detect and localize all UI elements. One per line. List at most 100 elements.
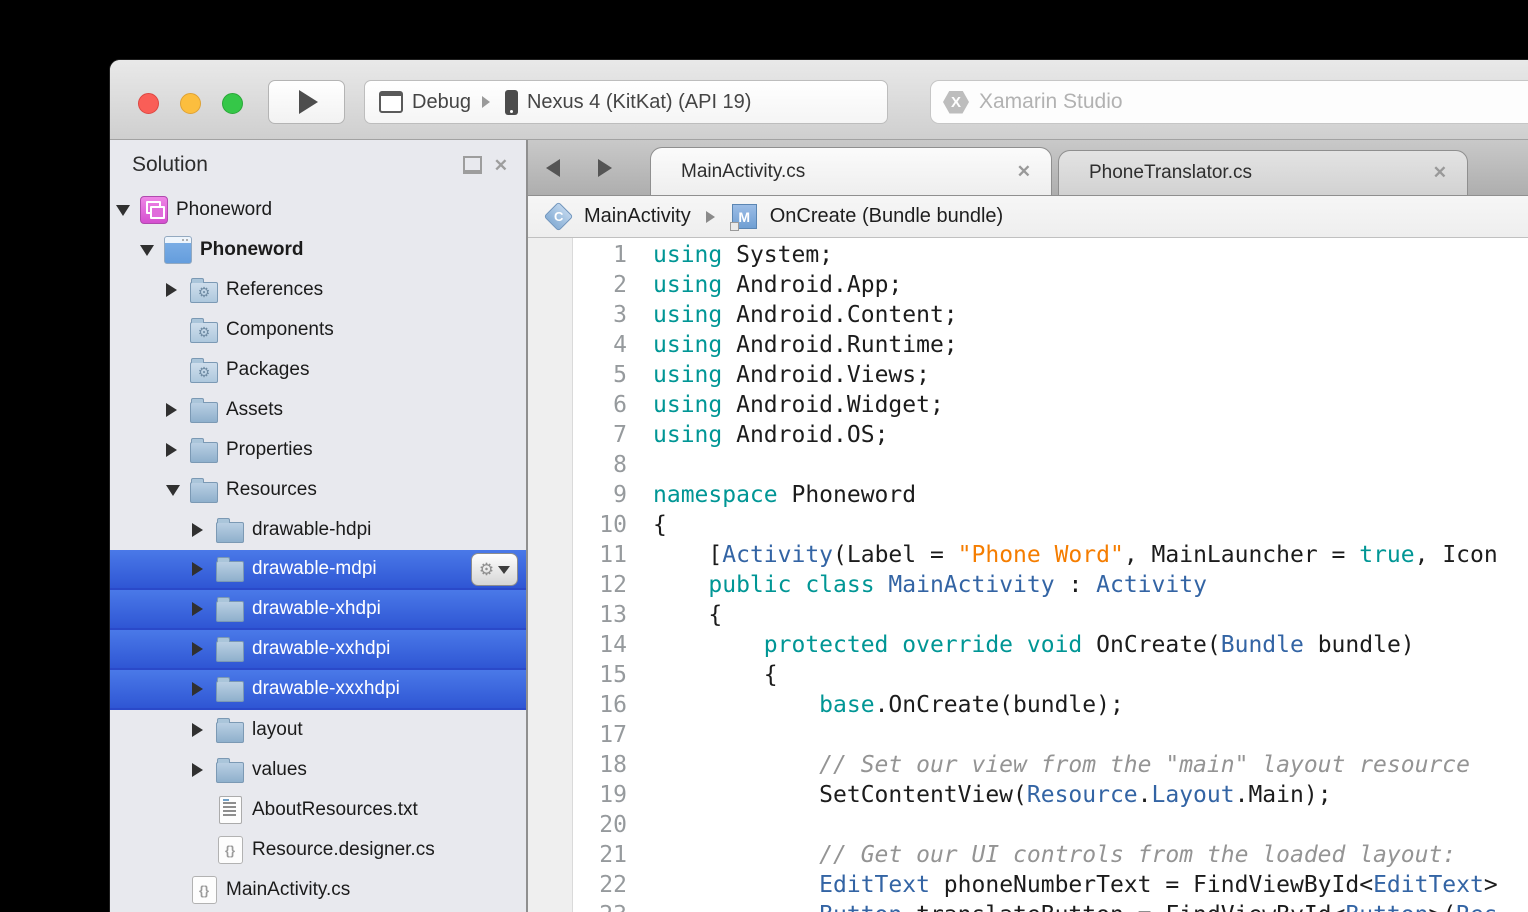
tree-item-drawable-xxxhdpi[interactable]: drawable-xxxhdpi [110,670,526,710]
code-line[interactable]: 3using Android.Content; [573,300,1528,330]
code-line[interactable]: 23 Button translateButton = FindViewById… [573,900,1528,912]
expander-open-icon[interactable] [116,205,140,216]
code-line[interactable]: 2using Android.App; [573,270,1528,300]
item-options-button[interactable]: ⚙ [471,553,518,586]
line-number: 5 [573,360,643,390]
tree-item-resource-designer-cs[interactable]: {}Resource.designer.cs [110,830,526,870]
expander-open-icon[interactable] [140,245,164,256]
close-window-button[interactable] [138,93,159,114]
tree-item-label: Phoneword [200,239,303,261]
code-text: base.OnCreate(bundle); [653,690,1124,720]
line-number: 2 [573,270,643,300]
tree-item-drawable-xxhdpi[interactable]: drawable-xxhdpi [110,630,526,670]
navigate-forward-icon[interactable] [598,159,612,177]
line-number: 21 [573,840,643,870]
code-line[interactable]: 8 [573,450,1528,480]
expander-closed-icon[interactable] [192,523,216,537]
tree-item-label: Components [226,319,334,341]
expander-closed-icon[interactable] [192,723,216,737]
code-line[interactable]: 1using System; [573,240,1528,270]
code-line[interactable]: 17 [573,720,1528,750]
close-pad-icon[interactable]: ✕ [494,157,508,174]
expander-closed-icon[interactable] [166,443,190,457]
breadcrumb-class[interactable]: MainActivity [584,205,691,228]
expander-closed-icon[interactable] [192,642,216,656]
code-line[interactable]: 22 EditText phoneNumberText = FindViewBy… [573,870,1528,900]
close-tab-icon[interactable]: ✕ [1433,163,1447,183]
line-number: 3 [573,300,643,330]
code-line[interactable]: 4using Android.Runtime; [573,330,1528,360]
code-line[interactable]: 20 [573,810,1528,840]
code-text: SetContentView(Resource.Layout.Main); [653,780,1332,810]
code-editor[interactable]: 1using System;2using Android.App;3using … [528,238,1528,912]
tree-item-label: Properties [226,439,313,461]
tree-item-properties[interactable]: Properties [110,430,526,470]
expander-closed-icon[interactable] [192,763,216,777]
zoom-window-button[interactable] [222,93,243,114]
run-button[interactable] [268,80,345,124]
code-line[interactable]: 6using Android.Widget; [573,390,1528,420]
code-line[interactable]: 21 // Get our UI controls from the loade… [573,840,1528,870]
expander-closed-icon[interactable] [192,602,216,616]
solution-pad-header: Solution ✕ [110,140,526,190]
code-text: using Android.OS; [653,420,888,450]
tree-item-layout[interactable]: layout [110,710,526,750]
tree-item-label: values [252,759,307,781]
line-number: 11 [573,540,643,570]
tree-item-components[interactable]: Components [110,310,526,350]
editor-area: MainActivity.cs ✕ PhoneTranslator.cs ✕ C… [528,140,1528,912]
code-line[interactable]: 11 [Activity(Label = "Phone Word", MainL… [573,540,1528,570]
tree-item-aboutresources-txt[interactable]: AboutResources.txt [110,790,526,830]
folder-icon [216,516,244,544]
tree-item-drawable-xhdpi[interactable]: drawable-xhdpi [110,590,526,630]
expander-closed-icon[interactable] [166,283,190,297]
minimize-window-button[interactable] [180,93,201,114]
code-line[interactable]: 19 SetContentView(Resource.Layout.Main); [573,780,1528,810]
build-config-device-selector[interactable]: Debug Nexus 4 (KitKat) (API 19) [364,80,888,124]
xamarin-logo-icon: X [943,91,969,114]
tree-item-phoneword[interactable]: Phoneword [110,230,526,270]
expander-closed-icon[interactable] [166,403,190,417]
tree-item-packages[interactable]: Packages [110,350,526,390]
tree-item-references[interactable]: References [110,270,526,310]
code-line[interactable]: 16 base.OnCreate(bundle); [573,690,1528,720]
search-field[interactable]: X Xamarin Studio [930,80,1528,124]
tab-phonetranslator[interactable]: PhoneTranslator.cs ✕ [1058,150,1468,195]
tree-item-label: Resource.designer.cs [252,839,435,861]
code-text: Button translateButton = FindViewById<Bu… [653,900,1498,912]
code-line[interactable]: 7 using Android.OS; [573,420,1528,450]
tree-item-values[interactable]: values [110,750,526,790]
line-number: 16 [573,690,643,720]
tree-item-label: MainActivity.cs [226,879,350,901]
code-line[interactable]: 18 // Set our view from the "main" layou… [573,750,1528,780]
build-config-label: Debug [412,91,471,114]
tree-item-phoneword[interactable]: Phoneword [110,190,526,230]
tree-item-assets[interactable]: Assets [110,390,526,430]
tree-item-resources[interactable]: Resources [110,470,526,510]
tree-item-drawable-mdpi[interactable]: drawable-mdpi⚙ [110,550,526,590]
line-number: 20 [573,810,643,840]
code-line[interactable]: 9namespace Phoneword [573,480,1528,510]
expander-closed-icon[interactable] [192,562,216,576]
code-line[interactable]: 15 { [573,660,1528,690]
device-label: Nexus 4 (KitKat) (API 19) [527,91,752,114]
code-line[interactable]: 5using Android.Views; [573,360,1528,390]
tree-item-mainactivity-cs[interactable]: {}MainActivity.cs [110,870,526,910]
code-line[interactable]: 10{ [573,510,1528,540]
line-number: 19 [573,780,643,810]
code-line[interactable]: 13 { [573,600,1528,630]
navigate-back-icon[interactable] [546,159,560,177]
tab-label: MainActivity.cs [681,161,805,183]
solution-tree: Phoneword Phoneword References Components Pa… [110,190,526,912]
folder-gear-icon [190,276,218,304]
expander-open-icon[interactable] [166,485,190,496]
dock-pad-icon[interactable] [463,156,482,174]
code-line[interactable]: 12 public class MainActivity : Activity [573,570,1528,600]
line-number: 7 [573,420,643,450]
breadcrumb-member[interactable]: OnCreate (Bundle bundle) [770,205,1003,228]
tree-item-drawable-hdpi[interactable]: drawable-hdpi [110,510,526,550]
expander-closed-icon[interactable] [192,682,216,696]
close-tab-icon[interactable]: ✕ [1017,162,1031,182]
code-line[interactable]: 14 protected override void OnCreate(Bund… [573,630,1528,660]
tab-mainactivity[interactable]: MainActivity.cs ✕ [650,147,1052,195]
